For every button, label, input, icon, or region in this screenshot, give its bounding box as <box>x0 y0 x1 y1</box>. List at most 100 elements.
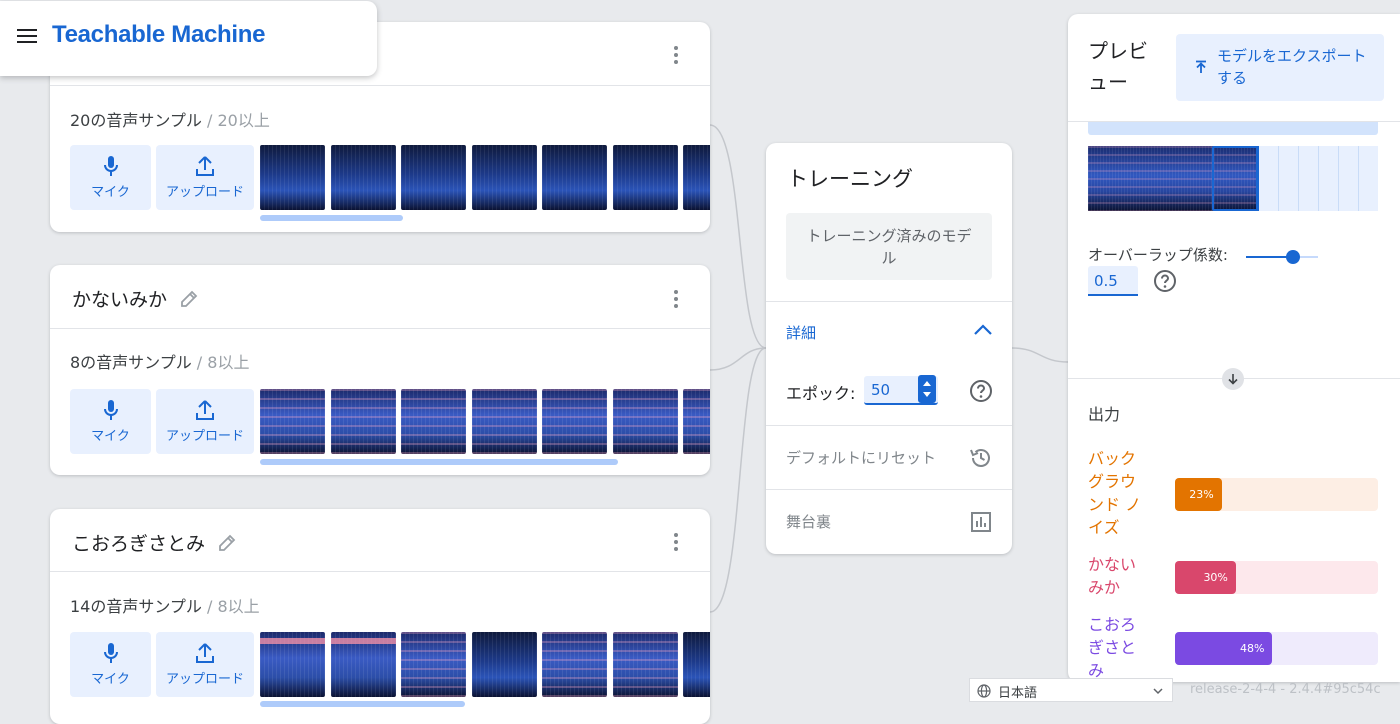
slider-thumb[interactable] <box>1285 250 1300 264</box>
class-name[interactable]: こおろぎさとみ <box>72 529 205 556</box>
language-value: 日本語 <box>998 686 1038 701</box>
class-options-button[interactable] <box>664 530 688 554</box>
upload-icon <box>196 156 214 176</box>
sample-thumbnail[interactable] <box>401 389 466 454</box>
upload-icon <box>196 643 214 663</box>
sample-thumbnail[interactable] <box>683 145 710 210</box>
epoch-input[interactable]: 50 <box>864 375 938 405</box>
sample-thumbnails <box>260 389 710 454</box>
sample-thumbnail[interactable] <box>613 389 678 454</box>
training-card: トレーニング トレーニング済みのモデル 詳細 エポック: 50 デフォルトにリセ… <box>766 143 1012 554</box>
card-divider <box>50 571 710 572</box>
app-title[interactable]: Teachable Machine <box>52 21 266 49</box>
class-card-3: こおろぎさとみ 14の音声サンプル / 8以上 マイク アップロード <box>50 509 710 724</box>
epoch-stepper[interactable] <box>918 375 936 403</box>
thumbnail-scrollbar[interactable] <box>260 459 618 465</box>
mic-icon <box>103 400 118 420</box>
sample-thumbnail[interactable] <box>401 632 466 697</box>
reset-defaults-button[interactable]: デフォルトにリセット <box>766 426 1012 489</box>
sample-thumbnail[interactable] <box>683 632 710 697</box>
training-title: トレーニング <box>787 167 913 191</box>
sample-thumbnail[interactable] <box>472 632 537 697</box>
epoch-label: エポック: <box>786 384 856 403</box>
sample-thumbnail[interactable] <box>260 145 325 210</box>
stepper-arrows-icon <box>923 381 931 397</box>
sample-thumbnail[interactable] <box>401 145 466 210</box>
sample-thumbnail[interactable] <box>542 632 607 697</box>
output-bar-koorogisatomi: 48% <box>1175 632 1378 665</box>
overlap-input[interactable]: 0.5 <box>1088 266 1138 296</box>
output-bar-fill: 30% <box>1175 561 1236 594</box>
preview-title: プレビュー <box>1088 39 1148 94</box>
thumbnail-scrollbar[interactable] <box>260 215 403 221</box>
edit-icon[interactable] <box>217 533 237 553</box>
sample-count: 8の音声サンプル / 8以上 <box>70 353 250 372</box>
sample-thumbnail[interactable] <box>260 632 325 697</box>
advanced-label: 詳細 <box>786 324 817 342</box>
upload-button[interactable]: アップロード <box>156 632 254 697</box>
sample-thumbnail[interactable] <box>613 632 678 697</box>
scroll-down-button[interactable] <box>1222 368 1244 390</box>
epoch-value: 50 <box>871 381 891 399</box>
mic-button[interactable]: マイク <box>70 389 151 454</box>
class-title[interactable]: こおろぎさとみ <box>72 529 237 556</box>
history-icon <box>970 449 990 467</box>
upload-label: アップロード <box>165 185 244 200</box>
output-bar-fill: 23% <box>1175 478 1222 511</box>
train-model-label: トレーニング済みのモデル <box>806 226 972 267</box>
sample-thumbnail[interactable] <box>542 389 607 454</box>
sample-thumbnail[interactable] <box>331 632 396 697</box>
export-model-button[interactable]: モデルをエクスポートする <box>1176 34 1384 101</box>
under-the-hood-button[interactable]: 舞台裏 <box>766 490 1012 550</box>
sample-thumbnail[interactable] <box>331 145 396 210</box>
output-percent: 23% <box>1189 488 1214 501</box>
chevron-up-icon <box>974 324 992 335</box>
card-divider <box>50 328 710 329</box>
output-title: 出力 <box>1088 405 1121 424</box>
app-header: Teachable Machine <box>0 1 377 76</box>
output-percent: 30% <box>1203 571 1228 584</box>
class-title[interactable]: かないみか <box>72 285 199 312</box>
sample-thumbnail[interactable] <box>683 389 710 454</box>
mic-button[interactable]: マイク <box>70 632 151 697</box>
output-bar-kanaimika: 30% <box>1175 561 1378 594</box>
help-icon[interactable] <box>1153 269 1177 293</box>
globe-icon <box>977 684 991 698</box>
arrow-down-icon <box>1228 374 1238 385</box>
mic-icon <box>103 643 118 663</box>
class-name[interactable]: かないみか <box>72 285 167 312</box>
sample-count: 20の音声サンプル / 20以上 <box>70 111 270 130</box>
sample-thumbnail[interactable] <box>542 145 607 210</box>
under-the-hood-label: 舞台裏 <box>786 513 832 531</box>
overlap-slider[interactable] <box>1246 250 1318 264</box>
sample-thumbnail[interactable] <box>472 389 537 454</box>
mic-button[interactable]: マイク <box>70 145 151 210</box>
output-bar-background-noise: 23% <box>1175 478 1378 511</box>
class-options-button[interactable] <box>664 43 688 67</box>
upload-icon <box>196 400 214 420</box>
sample-thumbnail[interactable] <box>331 389 396 454</box>
overlap-label: オーバーラップ係数: <box>1088 246 1228 264</box>
mic-level-bar <box>1088 122 1378 135</box>
sample-thumbnails <box>260 632 710 697</box>
sample-thumbnail[interactable] <box>613 145 678 210</box>
sample-thumbnail[interactable] <box>260 389 325 454</box>
menu-icon[interactable] <box>17 25 37 47</box>
thumbnail-scrollbar[interactable] <box>260 701 465 707</box>
upload-button[interactable]: アップロード <box>156 145 254 210</box>
class-options-button[interactable] <box>664 287 688 311</box>
language-select[interactable]: 日本語 <box>969 678 1173 702</box>
class-card-2: かないみか 8の音声サンプル / 8以上 マイク アップロード <box>50 265 710 475</box>
upload-button[interactable]: アップロード <box>156 389 254 454</box>
train-model-button[interactable]: トレーニング済みのモデル <box>786 213 992 280</box>
sample-thumbnail[interactable] <box>472 145 537 210</box>
help-icon[interactable] <box>969 379 993 403</box>
spectrogram-grid <box>1258 146 1378 211</box>
output-label-background-noise: バックグラウンド ノイズ <box>1088 449 1142 537</box>
advanced-toggle[interactable]: 詳細 <box>766 302 1012 362</box>
mic-label: マイク <box>91 185 130 200</box>
playhead <box>1256 146 1259 211</box>
edit-icon[interactable] <box>179 289 199 309</box>
overlap-value: 0.5 <box>1094 272 1118 290</box>
output-bar-fill: 48% <box>1175 632 1273 665</box>
